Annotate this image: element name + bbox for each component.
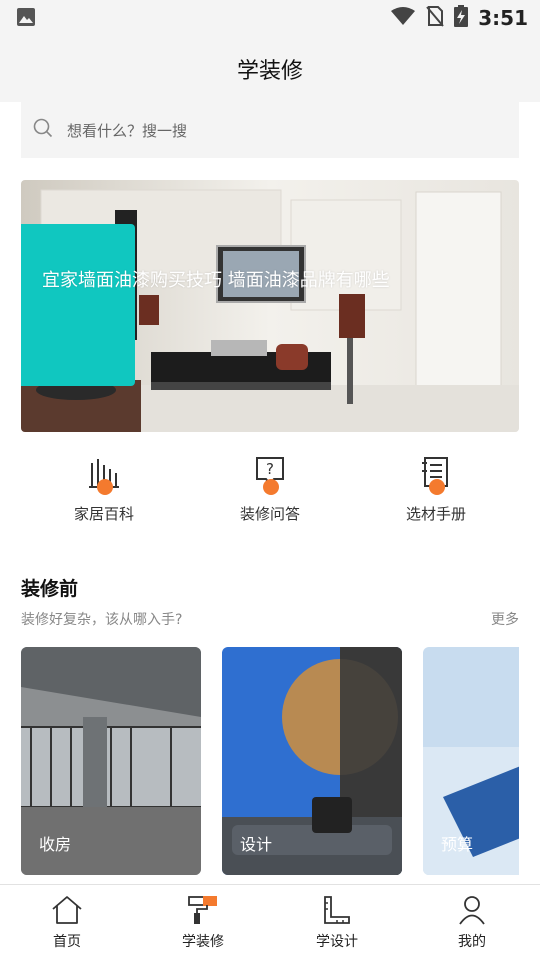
quick-link-encyclopedia[interactable]: 家居百科 bbox=[34, 455, 174, 524]
quick-link-qa[interactable]: ? 装修问答 bbox=[200, 455, 340, 524]
card-label: 预算 bbox=[441, 835, 474, 854]
question-icon: ? bbox=[254, 455, 286, 495]
card-budget[interactable]: 预算 bbox=[423, 647, 519, 875]
nav-profile[interactable]: 我的 bbox=[422, 893, 522, 951]
image-icon bbox=[16, 7, 36, 31]
nav-home[interactable]: 首页 bbox=[17, 893, 117, 951]
card-design[interactable]: 设计 bbox=[222, 647, 402, 875]
nav-learn-design[interactable]: 学设计 bbox=[287, 893, 387, 951]
nav-label: 学装修 bbox=[182, 934, 224, 950]
svg-text:?: ? bbox=[266, 460, 274, 478]
status-bar: 3:51 bbox=[0, 0, 540, 36]
battery-charging-icon bbox=[454, 5, 469, 31]
quick-link-handbook[interactable]: 选材手册 bbox=[366, 455, 506, 524]
quick-link-label: 装修问答 bbox=[239, 505, 300, 523]
profile-icon bbox=[422, 893, 522, 927]
nav-label: 学设计 bbox=[316, 934, 358, 950]
card-carousel[interactable]: 收房 设计 预算 bbox=[21, 647, 519, 875]
banner-accent-block bbox=[21, 224, 135, 386]
search-icon bbox=[33, 118, 53, 142]
app-header: 学装修 bbox=[0, 36, 540, 102]
page-title: 学装修 bbox=[236, 59, 303, 84]
status-time: 3:51 bbox=[478, 6, 528, 30]
section-subtitle: 装修好复杂，该从哪入手? bbox=[21, 612, 183, 628]
search-bar[interactable]: 想看什么？搜一搜 bbox=[21, 102, 519, 158]
card-receive-house[interactable]: 收房 bbox=[21, 647, 201, 875]
ruler-icon bbox=[287, 893, 387, 927]
handbook-icon bbox=[420, 455, 452, 495]
nav-label: 我的 bbox=[458, 934, 486, 950]
quick-link-label: 家居百科 bbox=[73, 505, 134, 523]
section-title: 装修前 bbox=[21, 578, 79, 600]
more-link[interactable]: 更多 bbox=[491, 609, 519, 629]
nav-learn-decoration[interactable]: 学装修 bbox=[153, 893, 253, 951]
wifi-icon bbox=[390, 6, 416, 30]
card-label: 设计 bbox=[240, 835, 273, 854]
no-sim-icon bbox=[426, 5, 445, 31]
paint-roller-icon bbox=[153, 893, 253, 927]
nav-label: 首页 bbox=[53, 934, 81, 950]
quick-link-label: 选材手册 bbox=[405, 505, 466, 523]
home-icon bbox=[17, 893, 117, 927]
card-label: 收房 bbox=[39, 835, 72, 854]
search-placeholder: 想看什么？搜一搜 bbox=[67, 121, 188, 140]
banner-caption[interactable]: 宜家墙面油漆购买技巧 墙面油漆品牌有哪些 bbox=[42, 266, 502, 292]
bottom-nav: 首页 学装修 学设计 我的 bbox=[0, 884, 540, 960]
encyclopedia-icon bbox=[88, 455, 120, 495]
quick-links: 家居百科 ? 装修问答 选材手册 bbox=[0, 455, 540, 535]
